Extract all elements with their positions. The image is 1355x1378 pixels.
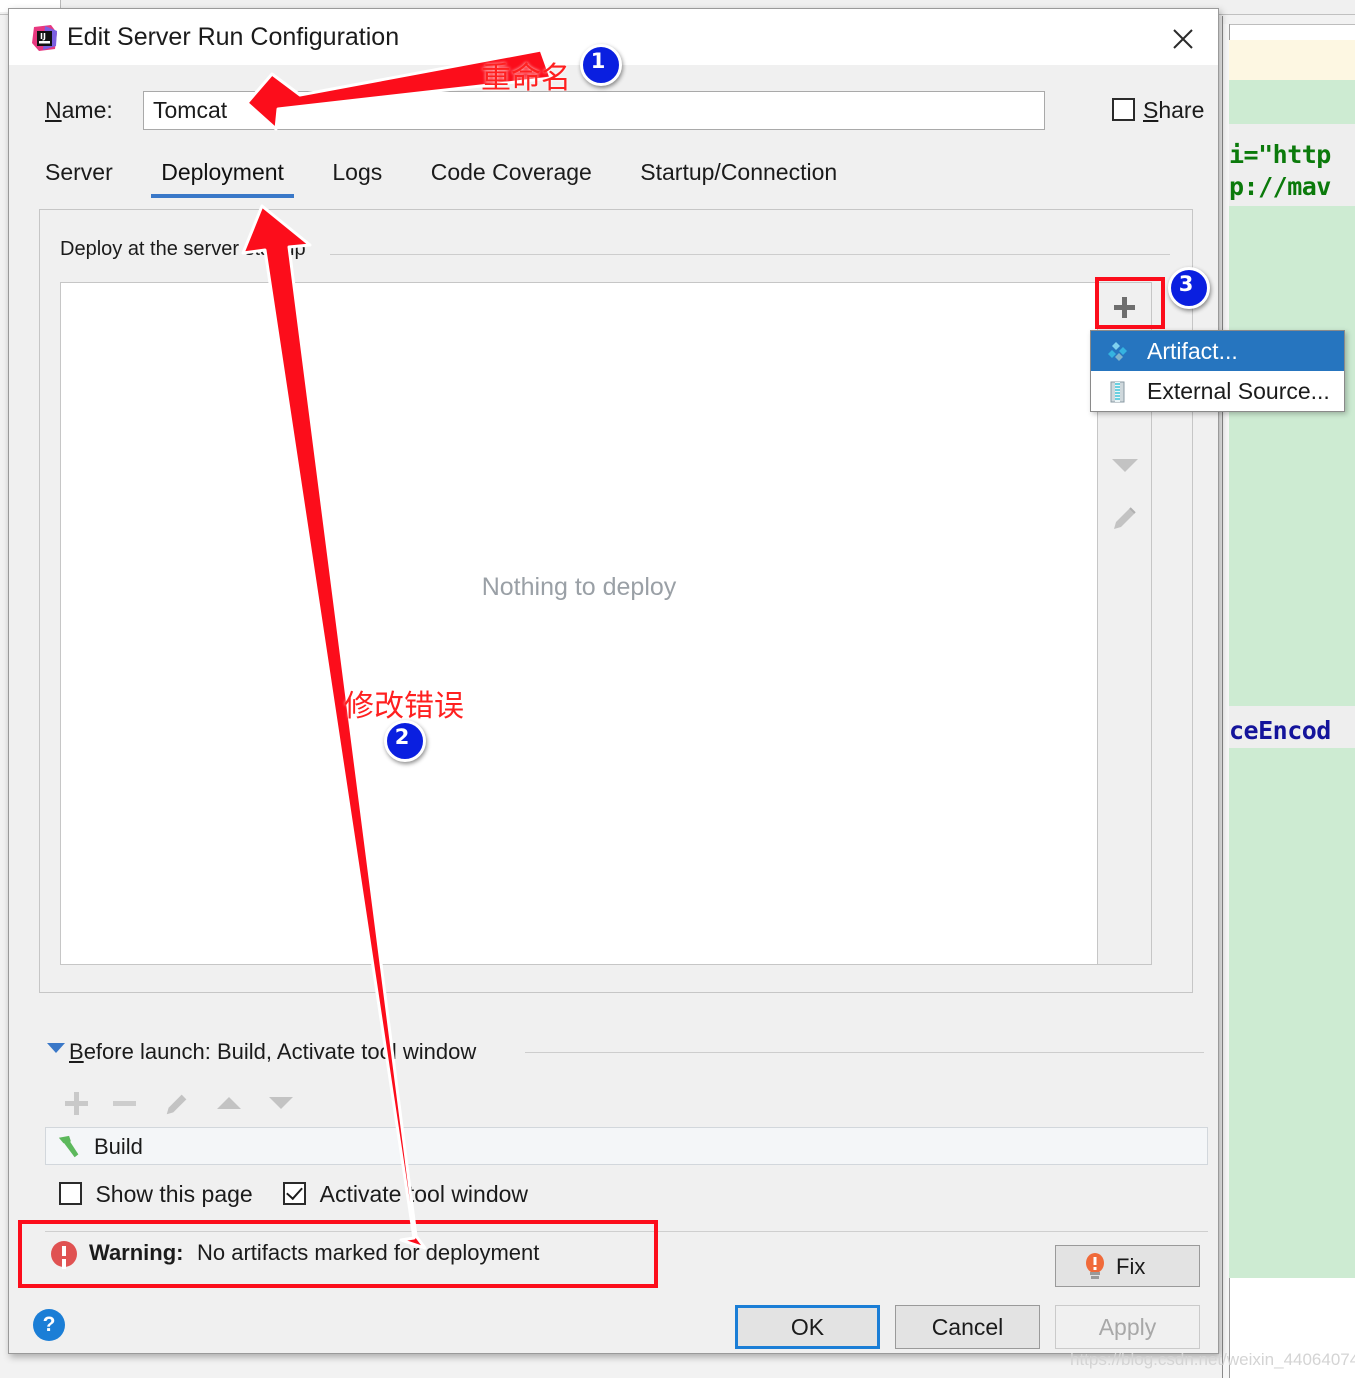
annotation-badge-2: 2 [384,720,426,762]
artifact-icon [1108,342,1127,361]
annotation-note-1: 重命名 [481,61,571,96]
dialog-title: Edit Server Run Configuration [67,23,400,51]
task-label: Build [94,1134,143,1159]
close-icon [1173,29,1193,49]
activate-tool-window-checkbox[interactable] [283,1182,307,1205]
badge-label: 1 [590,49,606,73]
tab-code-coverage[interactable]: Code Coverage [431,159,592,198]
badge-label: 2 [394,725,410,749]
tab-startup-connection[interactable]: Startup/Connection [640,159,837,198]
activate-tool-window-label[interactable]: Activate tool window [320,1181,528,1208]
menu-item-external-source[interactable]: External Source... [1091,371,1344,411]
before-launch-toolbar [55,1083,355,1123]
annotation-badge-1: 1 [580,44,622,86]
editor-highlight-yellow [1229,40,1355,80]
triangle-up-icon [217,1097,241,1109]
apply-button: Apply [1055,1305,1200,1349]
menu-item-label: Artifact... [1147,338,1238,364]
ok-button[interactable]: OK [735,1305,880,1349]
menu-item-label: External Source... [1147,378,1330,404]
pencil-icon [1114,507,1136,529]
show-this-page-checkbox[interactable] [59,1182,82,1205]
help-icon: ? [42,1313,56,1336]
hammer-icon [58,1135,79,1158]
badge-label: 3 [1178,272,1194,296]
menu-item-artifact[interactable]: Artifact... [1091,331,1344,371]
annotation-badge-3: 3 [1168,267,1210,309]
fix-button[interactable]: Fix [1055,1245,1200,1287]
triangle-down-icon [1112,459,1138,472]
tab-logs[interactable]: Logs [332,159,382,198]
share-checkbox[interactable] [1112,98,1135,121]
ide-editor-header [1223,16,1355,25]
help-button[interactable]: ? [33,1309,65,1341]
before-launch-task-row[interactable]: Build [45,1127,1208,1165]
annotation-note-2: 修改错误 [344,689,464,724]
plus-icon [65,1092,88,1115]
pencil-icon [166,1094,187,1115]
tab-deployment[interactable]: Deployment [151,159,294,198]
move-up-button[interactable] [207,1083,251,1123]
edit-server-run-configuration-dialog: IJ Edit Server Run Configuration Name: S… [8,8,1219,1354]
name-label: Name: [45,97,113,123]
edit-task-button[interactable] [155,1083,199,1123]
editor-highlight-green-2 [1229,206,1355,706]
edit-artifact-button[interactable] [1098,495,1150,539]
remove-task-button[interactable] [103,1083,147,1123]
fix-label: Fix [1116,1254,1146,1279]
intellij-idea-icon: IJ [32,25,57,51]
code-line-2: p://mav [1229,172,1331,201]
before-launch-options: Show this page Activate tool window [59,1181,554,1211]
deploy-section-title: Deploy at the server startup [60,238,318,261]
cancel-button[interactable]: Cancel [895,1305,1040,1349]
empty-state-text: Nothing to deploy [481,573,677,601]
external-source-icon [1110,381,1125,403]
code-line-1: i="http [1229,140,1331,169]
before-launch-collapse-arrow[interactable] [47,1043,65,1053]
annotation-highlight-add-button [1095,277,1165,329]
lightbulb-icon [1086,1253,1104,1279]
deployment-panel: Deploy at the server startup Nothing to … [39,209,1193,993]
editor-highlight-green-3 [1229,748,1355,1278]
triangle-down-icon [269,1097,293,1109]
tab-server[interactable]: Server [45,159,113,198]
tab-bar: Server Deployment Logs Code Coverage Sta… [45,159,881,207]
add-deployment-menu: Artifact... External Source... [1090,330,1345,412]
editor-highlight-green-1 [1229,80,1355,124]
watermark: https://blog.csdn.net/weixin_44064074 [1070,1350,1355,1369]
before-launch-title: BBefore launch: Build, Activate tool win… [69,1039,477,1064]
annotation-highlight-warning [18,1220,658,1288]
name-input[interactable] [143,91,1045,130]
ide-editor-pane: i="http p://mav ceEncod [1222,16,1355,1378]
deployment-list[interactable]: Nothing to deploy [60,282,1098,965]
svg-text:IJ: IJ [40,32,46,41]
minus-icon [113,1101,136,1106]
share-label[interactable]: Share [1143,97,1204,124]
close-button[interactable] [1160,17,1204,59]
section-divider [330,254,1170,255]
code-line-3: ceEncod [1229,716,1331,745]
move-down-button[interactable] [259,1083,303,1123]
move-down-button[interactable] [1098,443,1150,487]
add-task-button[interactable] [55,1083,99,1123]
show-this-page-label[interactable]: Show this page [95,1181,252,1208]
before-launch-divider [525,1052,1204,1053]
